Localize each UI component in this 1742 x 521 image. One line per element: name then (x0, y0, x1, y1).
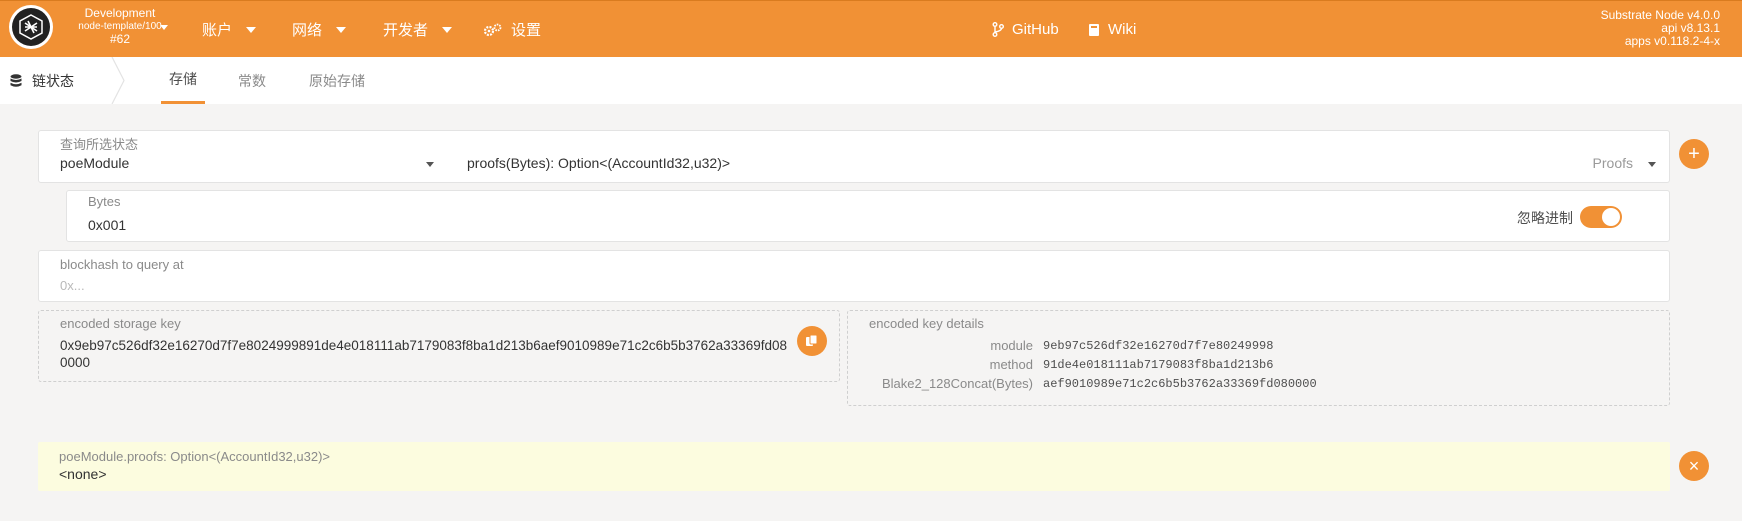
encoded-key-line2: 0000 (60, 355, 91, 370)
close-icon: × (1688, 456, 1700, 476)
nav-network-label: 网络 (292, 22, 323, 39)
tab-raw-storage-label: 原始存储 (309, 72, 365, 89)
result-value: <none> (59, 466, 107, 482)
encoded-storage-key-panel: encoded storage key 0x9eb97c526df32e1627… (38, 310, 840, 382)
key-detail-row: Blake2_128Concat(Bytes) aef9010989e71c2c… (848, 376, 1317, 391)
top-bar: Development node-template/100 #62 账户 网络 … (0, 0, 1742, 57)
key-detail-name: module (990, 338, 1033, 353)
blockhash-label: blockhash to query at (60, 257, 184, 272)
key-detail-value: 9eb97c526df32e16270d7f7e80249998 (1043, 338, 1274, 353)
wiki-link[interactable]: Wiki (1088, 1, 1136, 58)
tab-raw-storage[interactable]: 原始存储 (309, 57, 365, 104)
block-number: #62 (109, 32, 131, 46)
chevron-down-icon (336, 26, 347, 33)
key-details-label: encoded key details (869, 316, 984, 331)
book-icon (1089, 23, 1099, 36)
key-detail-row: method 91de4e018111ab7179083f8ba1d213b6 (848, 357, 1274, 372)
tab-storage-label: 存储 (169, 71, 197, 87)
nav-accounts-label: 账户 (202, 22, 233, 39)
github-link[interactable]: GitHub (992, 1, 1059, 58)
tab-constants-label: 常数 (238, 72, 266, 89)
bytes-param-field: Bytes 0x001 忽略进制 (66, 190, 1670, 242)
copy-icon (806, 334, 818, 346)
nav-settings[interactable]: 设置 (483, 1, 541, 58)
encoded-key-label: encoded storage key (60, 316, 181, 331)
toggle-label: 忽略进制 (1517, 210, 1573, 226)
version-info: Substrate Node v4.0.0 api v8.13.1 apps v… (1601, 9, 1720, 48)
key-detail-name: Blake2_128Concat(Bytes) (881, 376, 1033, 391)
blockhash-input[interactable]: 0x... (60, 278, 85, 293)
query-label: 查询所选状态 (60, 137, 139, 152)
sub-nav-bar: 链状态 存储 常数 原始存储 (0, 57, 1742, 104)
section-label: 链状态 (32, 72, 74, 89)
git-branch-icon (992, 22, 1004, 37)
nav-settings-label: 设置 (511, 22, 542, 39)
bytes-input[interactable]: 0x001 (88, 217, 126, 233)
ignore-hex-toggle[interactable] (1580, 206, 1622, 228)
plus-icon: + (1688, 143, 1700, 165)
chevron-down-icon[interactable] (1648, 162, 1656, 167)
nav-developer[interactable]: 开发者 (383, 1, 453, 58)
chevron-down-icon[interactable] (160, 25, 168, 30)
param-label: Bytes (88, 194, 121, 209)
encoded-key-line1: 0x9eb97c526df32e16270d7f7e8024999891de4e… (60, 338, 787, 353)
add-query-button[interactable]: + (1679, 139, 1709, 169)
chain-state-section: 链状态 (10, 57, 74, 104)
nav-developer-label: 开发者 (383, 22, 429, 39)
remove-result-button[interactable]: × (1679, 451, 1709, 481)
apps-version: apps v0.118.2-4-x (1624, 34, 1720, 48)
chevron-down-icon (442, 26, 453, 33)
polkadot-logo[interactable] (9, 5, 53, 49)
gears-icon (483, 23, 502, 36)
github-label: GitHub (1012, 21, 1059, 38)
chain-name: Development (84, 6, 156, 20)
storage-query-selector: 查询所选状态 poeModule proofs(Bytes): Option<(… (38, 130, 1670, 183)
substrate-logo-icon (12, 8, 50, 46)
tab-storage[interactable]: 存储 (161, 57, 205, 104)
chevron-down-icon[interactable] (426, 162, 434, 167)
nav-network[interactable]: 网络 (292, 1, 347, 58)
copy-button[interactable] (797, 326, 827, 356)
nav-accounts[interactable]: 账户 (202, 1, 257, 58)
query-result: poeModule.proofs: Option<(AccountId32,u3… (38, 442, 1670, 491)
wiki-label: Wiki (1108, 21, 1137, 38)
blockhash-field: blockhash to query at 0x... (38, 250, 1670, 302)
module-select[interactable]: poeModule (60, 155, 129, 171)
database-icon (10, 73, 22, 87)
key-detail-value: 91de4e018111ab7179083f8ba1d213b6 (1043, 357, 1274, 372)
chevron-down-icon (246, 26, 257, 33)
method-doc: Proofs (1592, 155, 1633, 171)
key-detail-row: module 9eb97c526df32e16270d7f7e80249998 (848, 338, 1273, 353)
method-select[interactable]: proofs(Bytes): Option<(AccountId32,u32)> (467, 155, 730, 171)
tab-constants[interactable]: 常数 (238, 57, 266, 104)
encoded-key-details-panel: encoded key details module 9eb97c526df32… (847, 310, 1670, 406)
key-detail-name: method (989, 357, 1033, 372)
breadcrumb-separator-icon (111, 57, 125, 104)
key-detail-value: aef9010989e71c2c6b5b3762a33369fd080000 (1043, 376, 1317, 391)
toggle-knob (1602, 208, 1620, 226)
result-label: poeModule.proofs: Option<(AccountId32,u3… (59, 449, 331, 464)
